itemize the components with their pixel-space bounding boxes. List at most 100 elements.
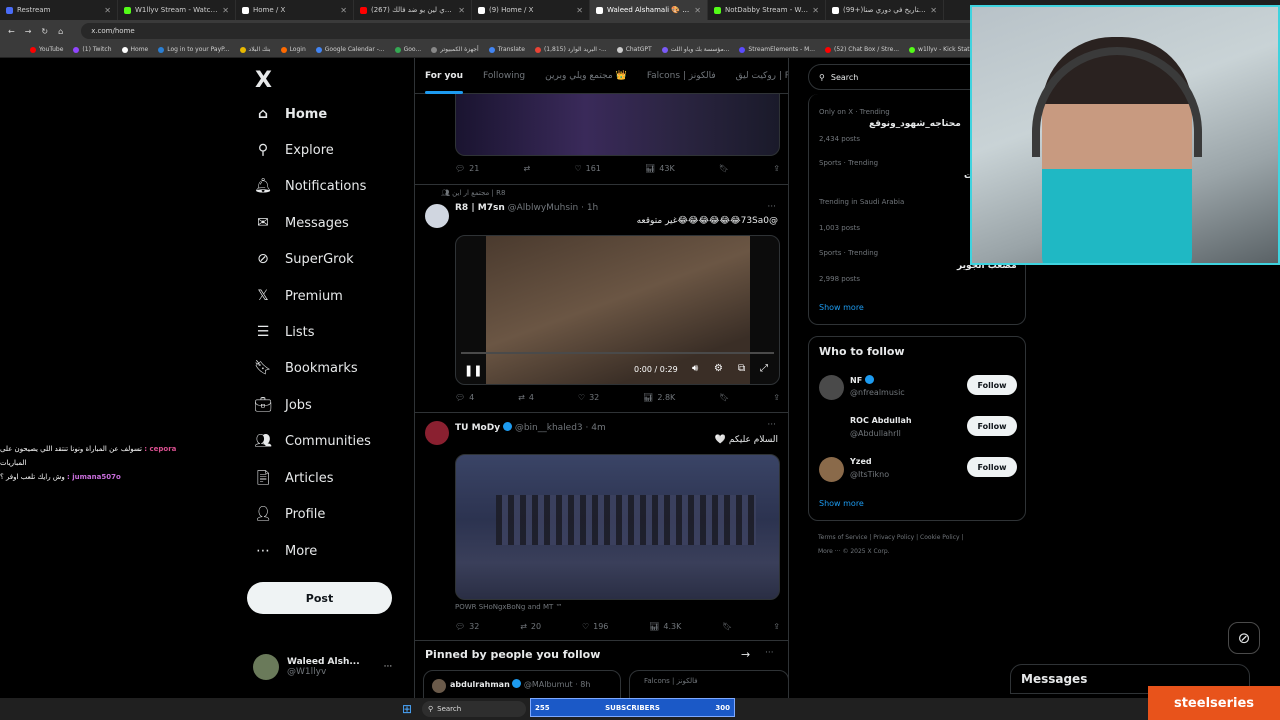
tab-for-you[interactable]: For you <box>425 71 463 94</box>
bookmark-item[interactable]: (1,815) البريد الوارد -... <box>534 46 607 53</box>
bookmark-item[interactable]: Home <box>121 46 148 53</box>
bookmark-icon[interactable]: 🔖︎ <box>719 393 729 402</box>
windows-start-icon[interactable]: ⊞ <box>402 702 412 716</box>
like-button[interactable]: ♡ 161 <box>574 164 600 173</box>
x-logo[interactable]: X <box>255 68 272 93</box>
author-name[interactable]: R8 | M7sn <box>455 203 505 213</box>
arrow-right-icon[interactable]: → <box>741 648 750 661</box>
author-handle[interactable]: @bin__khaled3 · 4m <box>515 423 606 433</box>
follow-suggestion[interactable]: NF @nfrealmusic Follow <box>819 373 1017 403</box>
bookmark-item[interactable]: (1) Twitch <box>73 46 112 53</box>
home-icon[interactable]: ⌂ <box>58 27 63 36</box>
views-button[interactable]: 📊︎ 2.8K <box>643 393 675 402</box>
like-button[interactable]: ♡ 32 <box>578 393 599 402</box>
back-icon[interactable]: ← <box>8 27 15 36</box>
nav-item-explore[interactable]: ⚲ Explore <box>255 142 334 158</box>
taskbar-search[interactable]: ⚲ Search <box>422 701 526 717</box>
browser-tab[interactable]: (99+)مباراة للتاريخ في دوري صنا ✕ <box>826 0 944 20</box>
follow-suggestion[interactable]: Yzed @ItsTikno Follow <box>819 455 1017 485</box>
browser-tab[interactable]: W1llyv Stream - Watch Live on ✕ <box>118 0 236 20</box>
grok-icon[interactable]: ⊘ <box>1228 622 1260 654</box>
browser-tab[interactable]: Home / X ✕ <box>236 0 354 20</box>
tweet-media-image[interactable] <box>455 454 780 600</box>
bookmark-item[interactable]: Goo... <box>394 46 421 53</box>
privacy-link[interactable]: Privacy Policy <box>873 534 914 541</box>
bookmark-item[interactable]: ChatGPT <box>616 46 652 53</box>
share-icon[interactable]: ⇪ <box>773 393 780 402</box>
browser-tab[interactable]: NotDabby Stream - Watch ✕ <box>708 0 826 20</box>
more-link[interactable]: More ··· <box>818 548 841 555</box>
account-switcher[interactable]: Waleed Alsh... @W1llyv ··· <box>253 654 392 680</box>
show-more-link[interactable]: Show more <box>819 303 864 312</box>
reload-icon[interactable]: ↻ <box>41 27 48 36</box>
close-icon[interactable]: ✕ <box>340 6 347 15</box>
pip-icon[interactable]: ⧉ <box>738 363 745 374</box>
more-options-icon[interactable]: ··· <box>384 662 393 672</box>
close-icon[interactable]: ✕ <box>576 6 583 15</box>
share-icon[interactable]: ⇪ <box>773 622 780 631</box>
nav-item-more[interactable]: ⋯ More <box>255 543 317 559</box>
trend-name[interactable]: محتاجه_شهود_ونوقع <box>869 119 961 129</box>
video-progress-track[interactable] <box>461 352 774 354</box>
tab-following[interactable]: Following <box>483 71 525 81</box>
author-name[interactable]: TU MoDy <box>455 423 500 433</box>
browser-tab[interactable]: (267) طلوق تحدي لين يو ضد فالك✕ <box>354 0 472 20</box>
tab-community-1[interactable]: مجتمع ويلي وبرين 👑 <box>545 71 627 81</box>
follow-button[interactable]: Follow <box>967 416 1017 436</box>
pause-icon[interactable]: ❚❚ <box>464 364 482 377</box>
bookmark-item[interactable]: StreamElements - M... <box>739 46 815 53</box>
tab-community-2[interactable]: Falcons | فالكونز <box>647 71 716 81</box>
nav-item-messages[interactable]: ✉ Messages <box>255 215 349 231</box>
share-icon[interactable]: ⇪ <box>773 164 780 173</box>
tab-community-3[interactable]: روكيت ليق | RL <box>736 71 788 81</box>
like-button[interactable]: ♡ 196 <box>582 622 608 631</box>
tweet-video-player[interactable]: ❚❚ 0:00 / 0:29 🔊︎ ⚙ ⧉ ⤢ <box>455 235 780 385</box>
nav-item-notifications[interactable]: 🔔︎ Notifications <box>254 178 366 194</box>
settings-gear-icon[interactable]: ⚙ <box>714 363 723 374</box>
reply-button[interactable]: 💬︎ 32 <box>455 622 479 631</box>
nav-item-communities[interactable]: 👥︎ Communities <box>254 433 371 449</box>
bookmark-item[interactable]: YouTube <box>30 46 63 53</box>
browser-tab[interactable]: Waleed Alshamali 🎨 (@W ✕ <box>590 0 708 20</box>
forward-icon[interactable]: → <box>25 27 32 36</box>
bookmark-item[interactable]: Log in to your PayP... <box>158 46 230 53</box>
repost-button[interactable]: ⇄ 20 <box>520 622 541 631</box>
bookmark-item[interactable]: Google Calendar -... <box>315 46 385 53</box>
fullscreen-icon[interactable]: ⤢ <box>760 363 768 374</box>
more-options-icon[interactable]: ··· <box>765 648 774 658</box>
url-field[interactable]: x.com/home <box>81 23 982 39</box>
cookie-link[interactable]: Cookie Policy <box>920 534 960 541</box>
community-context[interactable]: 👥︎ مجتمع ار اين | R8 <box>441 189 505 197</box>
bookmark-item[interactable]: Translate <box>488 46 525 53</box>
nav-item-articles[interactable]: 📄︎ Articles <box>254 470 333 486</box>
post-button[interactable]: Post <box>247 582 392 614</box>
bookmark-item[interactable]: (52) Chat Box / Stre... <box>824 46 899 53</box>
author-handle[interactable]: @AlblwyMuhsin · 1h <box>508 203 599 213</box>
bookmark-item[interactable]: Login <box>280 46 306 53</box>
terms-link[interactable]: Terms of Service <box>818 534 867 541</box>
reply-button[interactable]: 💬︎ 21 <box>455 164 479 173</box>
repost-button[interactable]: ⇄ <box>524 164 531 173</box>
close-icon[interactable]: ✕ <box>458 6 465 15</box>
tweet-media-image[interactable] <box>455 94 780 156</box>
close-icon[interactable]: ✕ <box>930 6 937 15</box>
browser-tab[interactable]: (9) Home / X ✕ <box>472 0 590 20</box>
bookmark-item[interactable]: مؤسسة بك وياو اللت... <box>661 46 729 53</box>
avatar[interactable] <box>425 421 449 445</box>
show-more-link[interactable]: Show more <box>819 499 864 508</box>
nav-item-supergrok[interactable]: ⊘ SuperGrok <box>255 251 354 267</box>
avatar[interactable] <box>425 204 449 228</box>
bookmark-icon[interactable]: 🔖︎ <box>722 622 732 631</box>
views-button[interactable]: 📊︎ 43K <box>645 164 675 173</box>
nav-item-home[interactable]: ⌂ Home <box>255 106 327 122</box>
bookmark-item[interactable]: أجهزة الكمبيوتر <box>431 46 479 53</box>
reply-button[interactable]: 💬︎ 4 <box>455 393 474 402</box>
repost-button[interactable]: ⇄ 4 <box>518 393 534 402</box>
close-icon[interactable]: ✕ <box>694 6 701 15</box>
follow-suggestion[interactable]: ROC Abdullah @Abdullahrll Follow <box>819 414 1017 444</box>
more-options-icon[interactable]: ··· <box>767 420 776 430</box>
follow-button[interactable]: Follow <box>967 457 1017 477</box>
close-icon[interactable]: ✕ <box>104 6 111 15</box>
close-icon[interactable]: ✕ <box>222 6 229 15</box>
bookmark-icon[interactable]: 🔖︎ <box>719 164 729 173</box>
